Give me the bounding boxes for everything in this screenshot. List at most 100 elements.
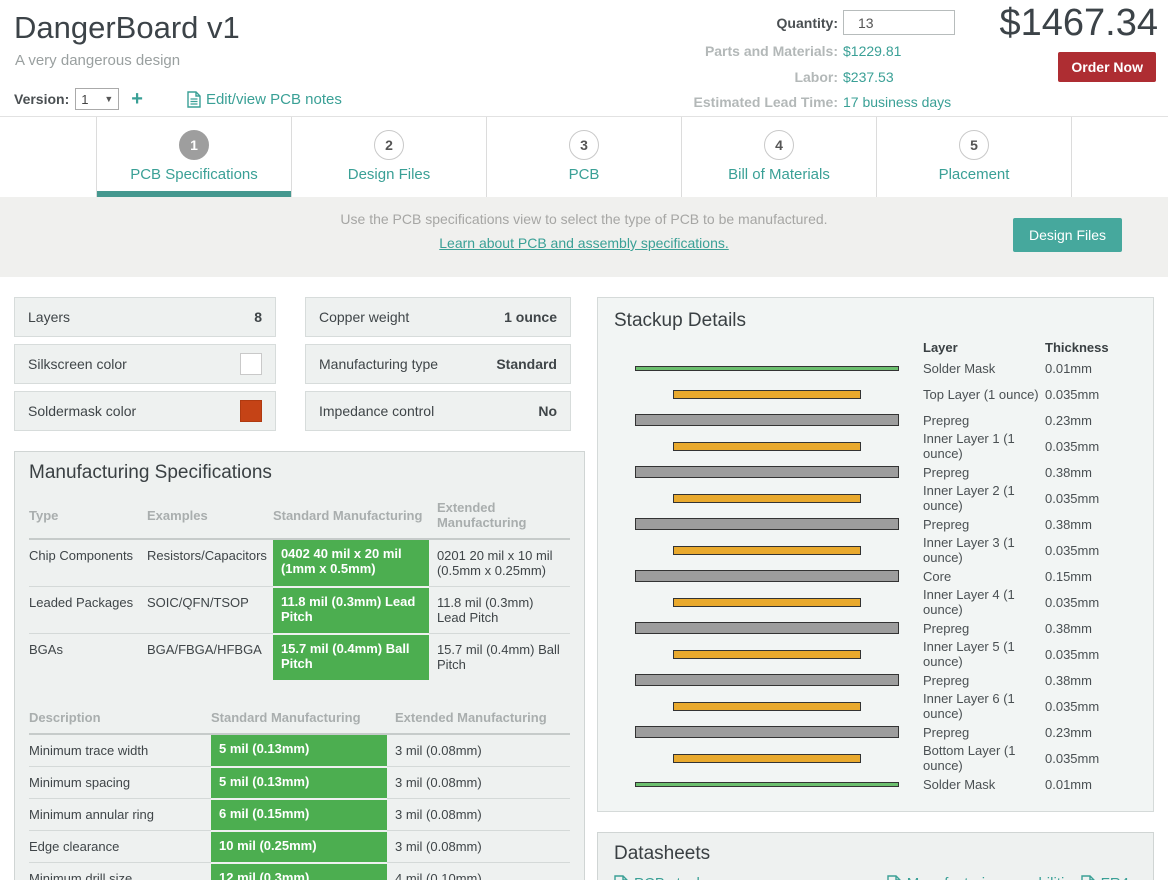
copper-weight-label: Copper weight	[319, 309, 409, 325]
stackup-layer-thickness: 0.035mm	[1045, 751, 1137, 766]
extended-line1: 0201 20 mil x 10 mil	[437, 548, 553, 563]
standard-cell-highlighted: 11.8 mil (0.3mm) Lead Pitch	[273, 587, 429, 634]
tab-placement[interactable]: 5 Placement	[877, 117, 1072, 197]
stackup-layer-bar-substrate	[635, 674, 899, 686]
version-label: Version:	[14, 91, 69, 107]
specs-column: Layers 8 Copper weight 1 ounce Silkscree…	[14, 297, 585, 880]
step-number-badge: 3	[569, 130, 599, 160]
stackup-layer-bar-mask	[635, 366, 899, 371]
datasheet-link-label: PCB stackup	[634, 875, 721, 880]
tab-design-files[interactable]: 2 Design Files	[292, 117, 487, 197]
stackup-layer-bar-copper	[673, 650, 861, 659]
step-number-badge: 5	[959, 130, 989, 160]
design-files-button[interactable]: Design Files	[1013, 218, 1122, 252]
stackup-layer-bar-copper	[673, 494, 861, 503]
add-version-icon[interactable]: +	[131, 90, 143, 108]
extended-cell: 3 mil (0.08mm)	[387, 799, 570, 831]
standard-cell-highlighted: 0402 40 mil x 20 mil(1mm x 0.5mm)	[273, 539, 429, 587]
table-row: Minimum spacing 5 mil (0.13mm) 3 mil (0.…	[29, 767, 570, 799]
info-text: Use the PCB specifications view to selec…	[0, 211, 1168, 227]
tab-pcb[interactable]: 3 PCB	[487, 117, 682, 197]
layers-card[interactable]: Layers 8	[14, 297, 276, 337]
pdf-file-icon	[1081, 875, 1095, 880]
step-number-badge: 4	[764, 130, 794, 160]
stackup-row: Solder Mask0.01mm	[614, 355, 1137, 381]
standard-line2: (1mm x 0.5mm)	[281, 561, 376, 576]
pdf-file-icon	[614, 875, 628, 880]
main-content: Layers 8 Copper weight 1 ounce Silkscree…	[0, 277, 1168, 880]
stackup-row: Inner Layer 6 (1 ounce)0.035mm	[614, 693, 1137, 719]
table-row: Minimum trace width 5 mil (0.13mm) 3 mil…	[29, 734, 570, 767]
type-cell: Leaded Packages	[29, 587, 147, 634]
edit-pcb-notes-link[interactable]: Edit/view PCB notes	[187, 91, 342, 108]
step-number-badge: 2	[374, 130, 404, 160]
impedance-control-card[interactable]: Impedance control No	[305, 391, 571, 431]
stackup-row: Prepreg0.23mm	[614, 407, 1137, 433]
stackup-row: Top Layer (1 ounce)0.035mm	[614, 381, 1137, 407]
stackup-layer-bar-copper	[673, 702, 861, 711]
stackup-layer-bar-copper	[673, 546, 861, 555]
pcb-stackup-datasheet-link[interactable]: PCB stackup	[614, 875, 721, 880]
column-header: Type	[29, 494, 147, 539]
manufacturing-capabilities-datasheet-link[interactable]: Manufacturing capabilities	[887, 875, 1080, 880]
tab-label: Placement	[877, 166, 1071, 183]
table-row: Leaded Packages SOIC/QFN/TSOP 11.8 mil (…	[29, 587, 570, 634]
manufacturing-type-value: Standard	[496, 356, 557, 372]
layers-label: Layers	[28, 309, 70, 325]
silkscreen-color-swatch[interactable]	[240, 353, 262, 375]
page-subtitle: A very dangerous design	[15, 52, 180, 69]
stackup-layer-thickness: 0.01mm	[1045, 361, 1137, 376]
stackup-row: Core0.15mm	[614, 563, 1137, 589]
stackup-layer-bar-substrate	[635, 622, 899, 634]
stackup-row: Inner Layer 4 (1 ounce)0.035mm	[614, 589, 1137, 615]
soldermask-color-swatch[interactable]	[240, 400, 262, 422]
manufacturing-specifications-title: Manufacturing Specifications	[29, 462, 570, 484]
extended-cell: 3 mil (0.08mm)	[387, 734, 570, 767]
examples-cell: Resistors/Capacitors	[147, 539, 273, 587]
stackup-layer-bar-substrate	[635, 518, 899, 530]
edit-pcb-notes-label: Edit/view PCB notes	[206, 91, 342, 108]
stackup-rows: Solder Mask0.01mmTop Layer (1 ounce)0.03…	[614, 355, 1137, 797]
spec-cards: Layers 8 Copper weight 1 ounce Silkscree…	[14, 297, 585, 431]
tab-bill-of-materials[interactable]: 4 Bill of Materials	[682, 117, 877, 197]
extended-cell: 3 mil (0.08mm)	[387, 831, 570, 863]
stackup-details-panel: Stackup Details Layer Thickness Solder M…	[597, 297, 1154, 812]
datasheets-title: Datasheets	[614, 843, 1137, 865]
stackup-layer-bar-mask	[635, 782, 899, 787]
stackup-layer-name: Prepreg	[919, 517, 1045, 532]
standard-line1: 0402 40 mil x 20 mil	[281, 546, 402, 561]
pcb-order-page: DangerBoard v1 A very dangerous design V…	[0, 0, 1168, 880]
tab-pcb-specifications[interactable]: 1 PCB Specifications	[97, 117, 292, 197]
pdf-file-icon	[887, 875, 901, 880]
silkscreen-color-card[interactable]: Silkscreen color	[14, 344, 276, 384]
manufacturing-type-card[interactable]: Manufacturing type Standard	[305, 344, 571, 384]
stackup-layer-bar-copper	[673, 754, 861, 763]
standard-cell-highlighted: 5 mil (0.13mm)	[211, 767, 387, 799]
stackup-details-title: Stackup Details	[614, 310, 1137, 332]
stackup-layer-name: Inner Layer 1 (1 ounce)	[919, 431, 1045, 461]
copper-weight-card[interactable]: Copper weight 1 ounce	[305, 297, 571, 337]
extended-cell: 15.7 mil (0.4mm) Ball Pitch	[429, 634, 570, 681]
stackup-layer-thickness: 0.38mm	[1045, 517, 1137, 532]
stackup-layer-thickness: 0.15mm	[1045, 569, 1137, 584]
stackup-layer-bar-substrate	[635, 414, 899, 426]
order-now-button[interactable]: Order Now	[1058, 52, 1156, 82]
silkscreen-color-label: Silkscreen color	[28, 356, 127, 372]
stackup-layer-bar-substrate	[635, 466, 899, 478]
column-header: Standard Manufacturing	[273, 494, 429, 539]
stackup-column: Stackup Details Layer Thickness Solder M…	[597, 297, 1154, 880]
soldermask-color-card[interactable]: Soldermask color	[14, 391, 276, 431]
column-header: Description	[29, 704, 211, 734]
extended-cell: 3 mil (0.08mm)	[387, 767, 570, 799]
tab-label: PCB Specifications	[97, 166, 291, 183]
stackup-layer-bar-copper	[673, 442, 861, 451]
stackup-layer-name: Prepreg	[919, 413, 1045, 428]
stackup-layer-bar-copper	[673, 390, 861, 399]
stackup-row: Inner Layer 3 (1 ounce)0.035mm	[614, 537, 1137, 563]
labor-label: Labor:	[794, 69, 838, 85]
quantity-input[interactable]	[843, 10, 955, 35]
fr4-datasheet-link[interactable]: FR4	[1081, 875, 1129, 880]
version-select[interactable]: 1 ▼	[75, 88, 119, 110]
learn-specs-link[interactable]: Learn about PCB and assembly specificati…	[439, 235, 729, 251]
manufacturing-specifications-panel: Manufacturing Specifications Type Exampl…	[14, 451, 585, 880]
